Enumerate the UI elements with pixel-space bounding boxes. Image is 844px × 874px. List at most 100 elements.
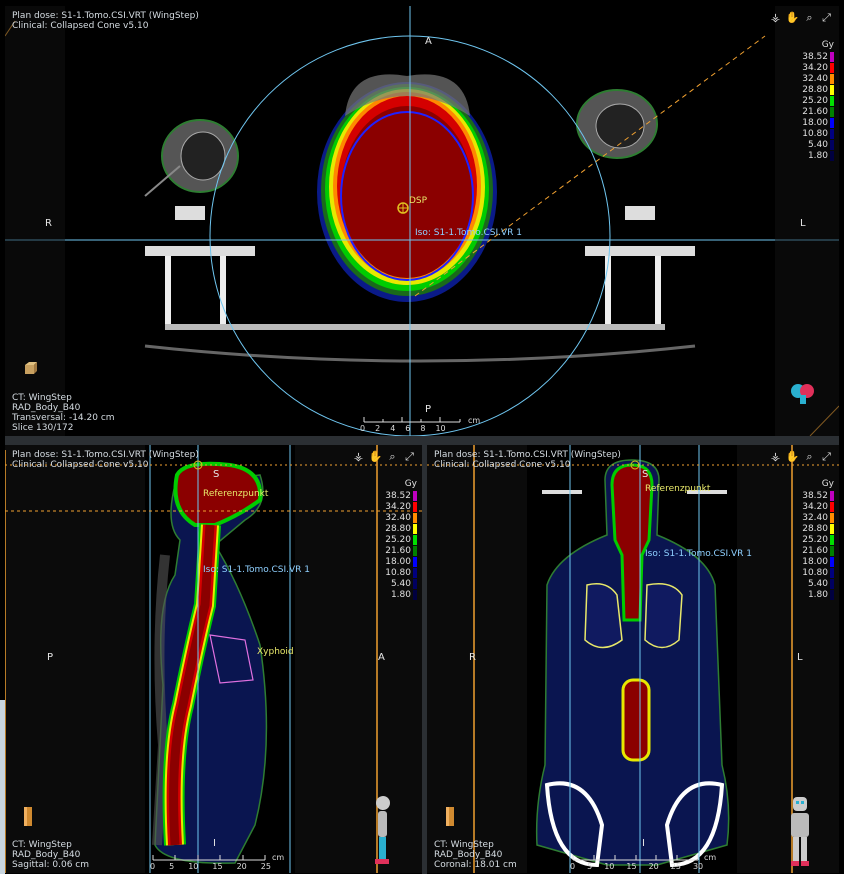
zoom-icon[interactable]: ⌕ bbox=[386, 450, 399, 463]
sagittal-image bbox=[5, 445, 422, 873]
legend-value: 25.20 bbox=[802, 534, 828, 545]
legend-value: 38.52 bbox=[802, 490, 828, 501]
orient-bottom: I bbox=[213, 838, 216, 849]
legend-swatch bbox=[413, 567, 417, 578]
legend-value: 28.80 bbox=[385, 523, 411, 534]
sagittal-header: Plan dose: S1-1.Tomo.CSI.VRT (WingStep) … bbox=[12, 450, 199, 470]
legend-swatch bbox=[830, 589, 834, 600]
legend-value: 1.80 bbox=[807, 589, 828, 600]
sagittal-toolbar: ⚶ ✋ ⌕ ⤢ bbox=[352, 450, 416, 464]
fullscreen-icon[interactable]: ⤢ bbox=[820, 11, 833, 24]
legend-value: 10.80 bbox=[802, 128, 828, 139]
legend-swatch bbox=[413, 501, 417, 512]
transversal-image bbox=[5, 6, 839, 436]
legend-swatch bbox=[830, 51, 834, 62]
legend-value: 28.80 bbox=[802, 523, 828, 534]
lungs-icon[interactable]: ⚶ bbox=[769, 11, 782, 24]
legend-swatch bbox=[830, 490, 834, 501]
legend-row: 32.40 bbox=[802, 512, 834, 523]
legend-swatch bbox=[830, 73, 834, 84]
iso-label: Iso: S1-1.Tomo.CSI.VR 1 bbox=[415, 228, 522, 238]
legend-swatch bbox=[830, 62, 834, 73]
legend-swatch bbox=[830, 545, 834, 556]
orientation-figure-icon[interactable] bbox=[787, 795, 813, 867]
transversal-toolbar: ⚶ ✋ ⌕ ⤢ bbox=[769, 11, 833, 25]
legend-row: 38.52 bbox=[802, 490, 834, 501]
legend-value: 1.80 bbox=[807, 150, 828, 161]
legend-value: 32.40 bbox=[385, 512, 411, 523]
lungs-icon[interactable]: ⚶ bbox=[352, 450, 365, 463]
orientation-figure-icon[interactable] bbox=[373, 795, 393, 865]
legend-row: 10.80 bbox=[802, 128, 834, 139]
reference-point-label: Referenzpunkt bbox=[203, 489, 269, 499]
legend-value: 38.52 bbox=[385, 490, 411, 501]
hand-pan-icon[interactable]: ✋ bbox=[369, 450, 383, 463]
legend-swatch bbox=[830, 512, 834, 523]
transversal-footer: CT: WingStep RAD_Body_B40 Transversal: -… bbox=[12, 393, 115, 433]
legend-row: 25.20 bbox=[385, 534, 417, 545]
legend-value: 21.60 bbox=[385, 545, 411, 556]
dose-legend-transversal: Gy 38.52 34.20 32.40 28.80 25.20 21.60 18.00 10… bbox=[802, 40, 834, 161]
legend-value: 25.20 bbox=[385, 534, 411, 545]
fullscreen-icon[interactable]: ⤢ bbox=[820, 450, 833, 463]
legend-row: 5.40 bbox=[385, 578, 417, 589]
legend-row: 10.80 bbox=[385, 567, 417, 578]
dose-viewer-app: Plan dose: S1-1.Tomo.CSI.VRT (WingStep) … bbox=[0, 0, 844, 874]
legend-row: 18.00 bbox=[385, 556, 417, 567]
horizontal-splitter[interactable] bbox=[5, 436, 839, 445]
sagittal-viewport[interactable]: Plan dose: S1-1.Tomo.CSI.VRT (WingStep) … bbox=[5, 445, 422, 873]
orient-right: L bbox=[797, 652, 803, 663]
dose-legend-coronal: Gy 38.52 34.20 32.40 28.80 25.20 21.60 18.00 10… bbox=[802, 479, 834, 600]
legend-value: 1.80 bbox=[390, 589, 411, 600]
legend-value: 21.60 bbox=[802, 106, 828, 117]
legend-row: 28.80 bbox=[385, 523, 417, 534]
coronal-toolbar: ⚶ ✋ ⌕ ⤢ bbox=[769, 450, 833, 464]
legend-swatch bbox=[413, 578, 417, 589]
orientation-cuboid-icon[interactable] bbox=[445, 805, 455, 827]
legend-swatch bbox=[830, 84, 834, 95]
legend-row: 18.00 bbox=[802, 556, 834, 567]
legend-row: 34.20 bbox=[385, 501, 417, 512]
orientation-cube-icon[interactable] bbox=[23, 361, 37, 375]
legend-swatch bbox=[830, 128, 834, 139]
orient-top: S bbox=[642, 469, 649, 480]
legend-row: 5.40 bbox=[802, 578, 834, 589]
orientation-cuboid-icon[interactable] bbox=[23, 805, 33, 827]
legend-swatch bbox=[413, 512, 417, 523]
zoom-icon[interactable]: ⌕ bbox=[803, 11, 816, 24]
right-arm bbox=[576, 89, 658, 220]
legend-row: 28.80 bbox=[802, 523, 834, 534]
legend-row: 38.52 bbox=[385, 490, 417, 501]
legend-value: 18.00 bbox=[385, 556, 411, 567]
legend-swatch bbox=[830, 578, 834, 589]
hand-pan-icon[interactable]: ✋ bbox=[786, 11, 800, 24]
fullscreen-icon[interactable]: ⤢ bbox=[403, 450, 416, 463]
legend-value: 28.80 bbox=[802, 84, 828, 95]
zoom-icon[interactable]: ⌕ bbox=[803, 450, 816, 463]
orientation-figure-icon[interactable] bbox=[790, 381, 816, 405]
legend-swatch bbox=[830, 556, 834, 567]
transversal-viewport[interactable]: Plan dose: S1-1.Tomo.CSI.VRT (WingStep) … bbox=[5, 6, 839, 436]
legend-swatch bbox=[830, 106, 834, 117]
legend-row: 10.80 bbox=[802, 567, 834, 578]
iso-label: Iso: S1-1.Tomo.CSI.VR 1 bbox=[203, 565, 310, 575]
hand-pan-icon[interactable]: ✋ bbox=[786, 450, 800, 463]
legend-value: 10.80 bbox=[802, 567, 828, 578]
legend-swatch bbox=[830, 501, 834, 512]
coronal-viewport[interactable]: Plan dose: S1-1.Tomo.CSI.VRT (WingStep) … bbox=[427, 445, 839, 873]
orient-left: R bbox=[45, 218, 52, 229]
legend-swatch bbox=[830, 95, 834, 106]
sagittal-footer: CT: WingStep RAD_Body_B40 Sagittal: 0.06… bbox=[12, 840, 90, 870]
legend-value: 21.60 bbox=[802, 545, 828, 556]
coronal-footer: CT: WingStep RAD_Body_B40 Coronal: 18.01… bbox=[434, 840, 517, 870]
coronal-image bbox=[427, 445, 839, 873]
legend-swatch bbox=[413, 545, 417, 556]
legend-row: 21.60 bbox=[802, 106, 834, 117]
legend-swatch bbox=[830, 150, 834, 161]
lungs-icon[interactable]: ⚶ bbox=[769, 450, 782, 463]
legend-value: 5.40 bbox=[807, 139, 828, 150]
legend-row: 21.60 bbox=[385, 545, 417, 556]
legend-swatch bbox=[830, 117, 834, 128]
legend-value: 18.00 bbox=[802, 117, 828, 128]
legend-swatch bbox=[830, 567, 834, 578]
